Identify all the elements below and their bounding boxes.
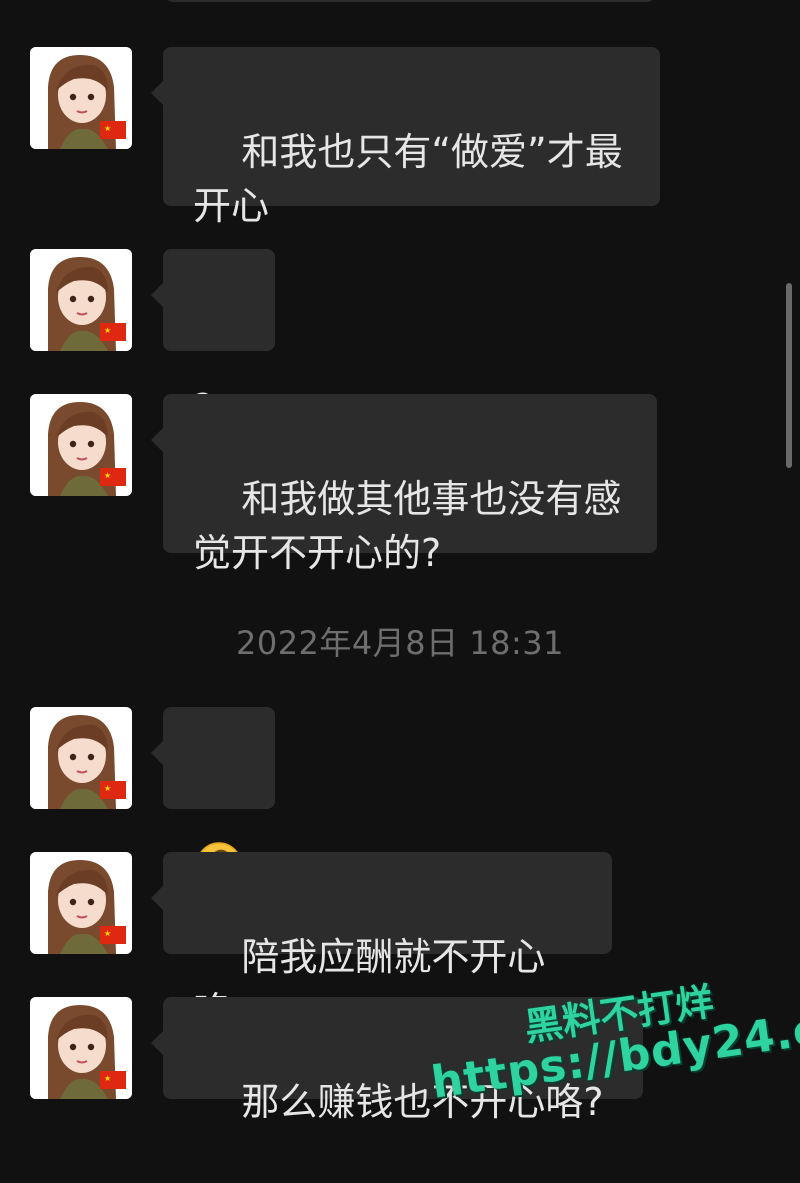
svg-text:★: ★ xyxy=(104,471,111,480)
message-bubble[interactable]: 那么赚钱也不开心咯? xyxy=(151,997,643,1124)
message-bubble[interactable]: 和我也只有“做爱”才最开心 xyxy=(151,47,660,228)
svg-text:★: ★ xyxy=(104,1074,111,1083)
svg-text:★: ★ xyxy=(104,929,111,938)
svg-text:★: ★ xyxy=(104,124,111,133)
avatar-portrait-icon: ★ xyxy=(30,249,132,351)
contact-avatar[interactable]: ★ xyxy=(30,707,132,809)
contact-avatar[interactable]: ★ xyxy=(30,47,132,149)
avatar-portrait-icon: ★ xyxy=(30,997,132,1099)
avatar-portrait-icon: ★ xyxy=(30,47,132,149)
contact-avatar[interactable]: ★ xyxy=(30,394,132,496)
avatar-portrait-icon: ★ xyxy=(30,394,132,496)
message-bubble[interactable]: ? xyxy=(151,249,275,430)
avatar-portrait-icon: ★ xyxy=(30,707,132,809)
message-bubble[interactable]: 和我做其他事也没有感觉开不开心的? xyxy=(151,394,657,575)
svg-text:★: ★ xyxy=(104,784,111,793)
timestamp-divider: 2022年4月8日 18:31 xyxy=(235,624,565,662)
message-text: 和我也只有“做爱”才最开心 xyxy=(193,130,623,228)
contact-avatar[interactable]: ★ xyxy=(30,249,132,351)
message-bubble[interactable]: 陪我应酬就不开心咯 xyxy=(151,852,612,1033)
contact-avatar[interactable]: ★ xyxy=(30,997,132,1099)
contact-avatar[interactable]: ★ xyxy=(30,852,132,954)
message-text: 那么赚钱也不开心咯? xyxy=(241,1080,604,1124)
svg-text:★: ★ xyxy=(104,326,111,335)
previous-message-bubble-fragment xyxy=(165,0,655,2)
avatar-portrait-icon: ★ xyxy=(30,852,132,954)
message-text: 和我做其他事也没有感觉开不开心的? xyxy=(193,477,622,575)
message-bubble[interactable] xyxy=(151,707,275,888)
chat-scrollbar[interactable] xyxy=(786,283,792,468)
